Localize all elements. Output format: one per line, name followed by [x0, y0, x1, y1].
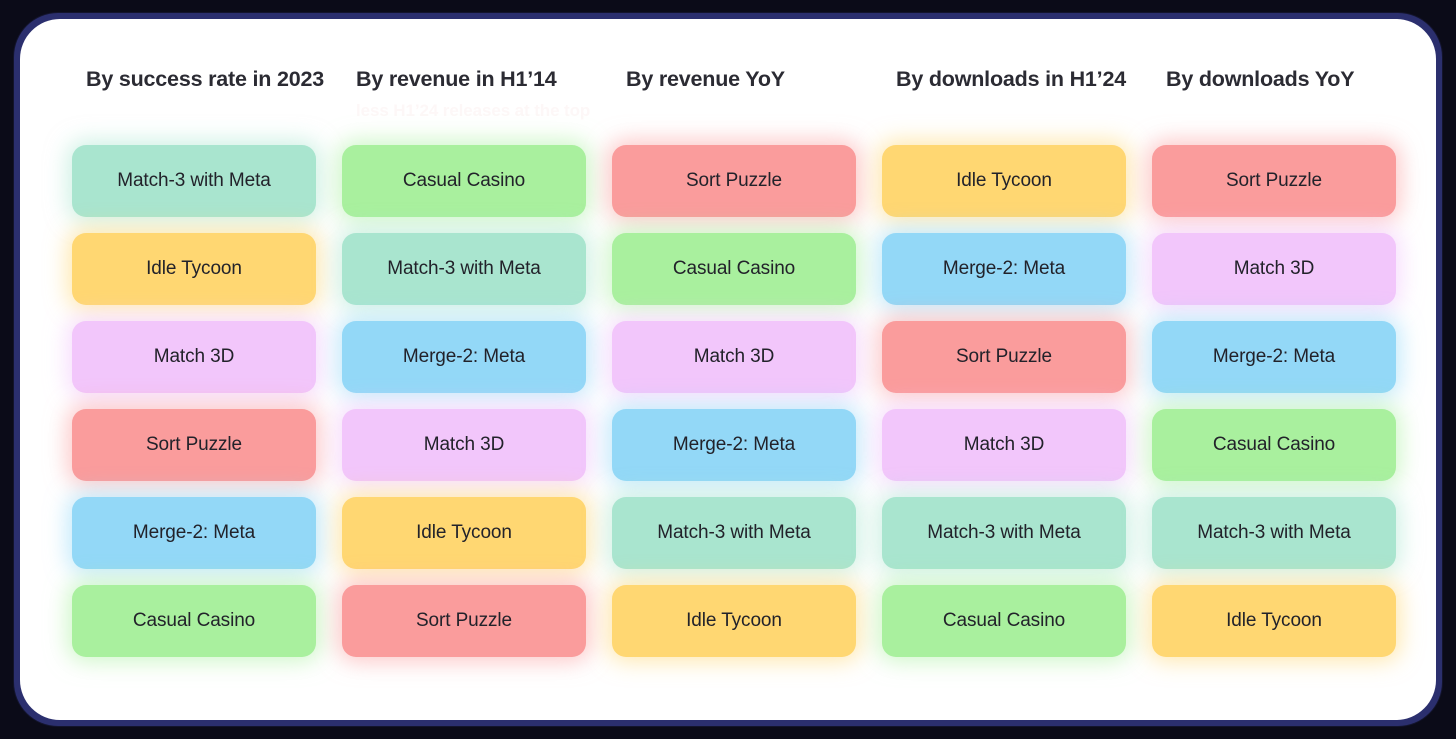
genre-cell[interactable]: Merge-2: Meta: [72, 497, 316, 569]
genre-cell[interactable]: Sort Puzzle: [342, 585, 586, 657]
column-cell-list: Match-3 with Meta Idle Tycoon Match 3D Sort…: [66, 145, 336, 657]
genre-cell[interactable]: Match 3D: [1152, 233, 1396, 305]
genre-cell[interactable]: Match-3 with Meta: [612, 497, 856, 569]
ranking-column: By revenue YoY Sort Puzzle Casual Casino Ma…: [606, 61, 876, 680]
genre-cell[interactable]: Match 3D: [342, 409, 586, 481]
genre-cell[interactable]: Idle Tycoon: [342, 497, 586, 569]
column-subtitle: less H1’24 releases at the top: [356, 100, 591, 120]
genre-cell[interactable]: Sort Puzzle: [612, 145, 856, 217]
genre-cell[interactable]: Idle Tycoon: [882, 145, 1126, 217]
genre-cell[interactable]: Casual Casino: [72, 585, 316, 657]
genre-cell[interactable]: Merge-2: Meta: [1152, 321, 1396, 393]
column-header: By revenue in H1’14 less H1’24 releases a…: [336, 61, 606, 145]
column-cell-list: Sort Puzzle Match 3D Merge-2: Meta Casual C…: [1146, 145, 1416, 657]
genre-cell[interactable]: Casual Casino: [882, 585, 1126, 657]
genre-cell[interactable]: Casual Casino: [342, 145, 586, 217]
genre-cell[interactable]: Casual Casino: [1152, 409, 1396, 481]
column-cell-list: Sort Puzzle Casual Casino Match 3D Merge-2:…: [606, 145, 876, 657]
ranking-column: By revenue in H1’14 less H1’24 releases a…: [336, 61, 606, 680]
genre-cell[interactable]: Sort Puzzle: [1152, 145, 1396, 217]
genre-cell[interactable]: Idle Tycoon: [1152, 585, 1396, 657]
genre-cell[interactable]: Idle Tycoon: [612, 585, 856, 657]
app-frame: By success rate in 2023 Match-3 with Meta…: [0, 0, 1456, 739]
genre-cell[interactable]: Sort Puzzle: [72, 409, 316, 481]
genre-cell[interactable]: Merge-2: Meta: [882, 233, 1126, 305]
genre-cell[interactable]: Idle Tycoon: [72, 233, 316, 305]
column-title: By revenue in H1’14: [356, 67, 557, 91]
genre-cell[interactable]: Match-3 with Meta: [72, 145, 316, 217]
column-header: By downloads YoY: [1146, 61, 1416, 145]
genre-cell[interactable]: Merge-2: Meta: [342, 321, 586, 393]
ranking-column: By success rate in 2023 Match-3 with Meta…: [66, 61, 336, 680]
genre-cell[interactable]: Match-3 with Meta: [342, 233, 586, 305]
column-title: By downloads YoY: [1166, 67, 1355, 91]
genre-cell[interactable]: Match 3D: [882, 409, 1126, 481]
column-cell-list: Casual Casino Match-3 with Meta Merge-2: M…: [336, 145, 606, 657]
genre-cell[interactable]: Match-3 with Meta: [882, 497, 1126, 569]
column-header: By success rate in 2023: [66, 61, 336, 145]
genre-cell[interactable]: Match 3D: [612, 321, 856, 393]
column-cell-list: Idle Tycoon Merge-2: Meta Sort Puzzle Match…: [876, 145, 1146, 657]
genre-cell[interactable]: Match 3D: [72, 321, 316, 393]
ranking-card: By success rate in 2023 Match-3 with Meta…: [20, 19, 1436, 720]
genre-cell[interactable]: Match-3 with Meta: [1152, 497, 1396, 569]
column-title: By success rate in 2023: [86, 67, 325, 91]
column-title: By revenue YoY: [626, 67, 785, 91]
ranking-column: By downloads YoY Sort Puzzle Match 3D Merge…: [1146, 61, 1416, 680]
genre-cell[interactable]: Casual Casino: [612, 233, 856, 305]
genre-cell[interactable]: Sort Puzzle: [882, 321, 1126, 393]
ranking-columns-grid: By success rate in 2023 Match-3 with Meta…: [20, 19, 1436, 720]
column-header: By revenue YoY: [606, 61, 876, 145]
ranking-column: By downloads in H1’24 Idle Tycoon Merge-2:…: [876, 61, 1146, 680]
column-title: By downloads in H1’24: [896, 67, 1126, 91]
column-header: By downloads in H1’24: [876, 61, 1146, 145]
genre-cell[interactable]: Merge-2: Meta: [612, 409, 856, 481]
